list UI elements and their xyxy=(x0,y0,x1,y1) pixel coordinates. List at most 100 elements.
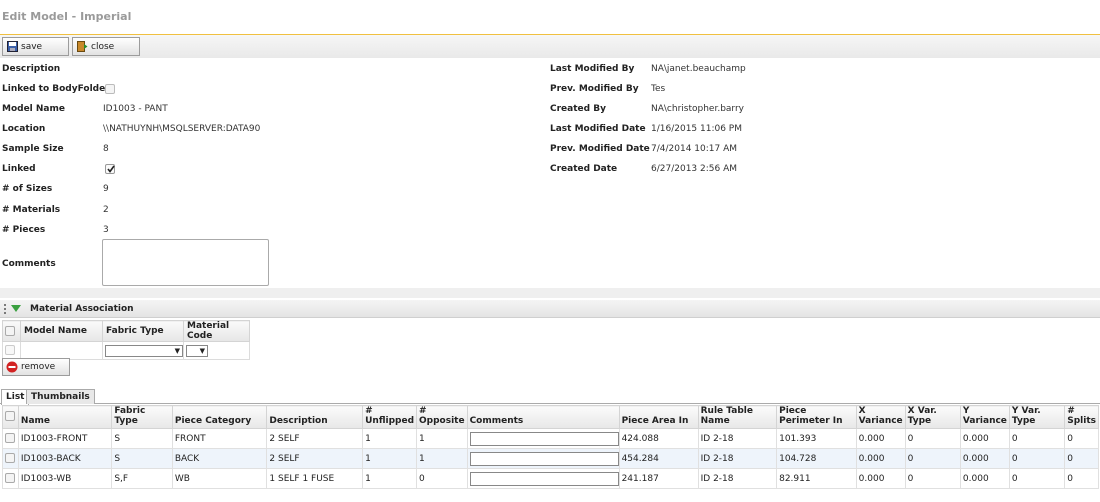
table-row[interactable]: ID1003-WB S,F WB 1 SELF 1 FUSE 1 0 241.1… xyxy=(2,468,1099,489)
column-header-y-var-type[interactable]: Y Var. Type xyxy=(1008,405,1066,429)
prev-modified-date-label: Prev. Modified Date xyxy=(550,144,650,154)
column-header-unflipped[interactable]: # Unflipped xyxy=(362,405,418,429)
row-select-cell xyxy=(2,448,19,469)
cell-piece-category: BACK xyxy=(171,448,268,469)
column-header-x-var-type[interactable]: X Var. Type xyxy=(904,405,961,429)
fabric-type-dropdown-arrow-icon: ▼ xyxy=(174,346,180,355)
created-date-value: 6/27/2013 2:56 AM xyxy=(651,164,738,174)
cell-y-variance: 0.000 xyxy=(959,448,1010,469)
comments-input[interactable] xyxy=(469,451,619,466)
drag-handle-icon[interactable] xyxy=(3,303,7,315)
floppy-disk-icon xyxy=(7,41,18,52)
view-tabs: List Thumbnails xyxy=(0,389,1100,405)
cell-description: 2 SELF xyxy=(266,428,364,449)
num-materials-value: 2 xyxy=(103,205,109,215)
created-by-value: NA\christopher.barry xyxy=(651,104,744,114)
column-header-opposite[interactable]: # Opposite xyxy=(416,405,468,429)
material-row-select-cell xyxy=(2,341,21,360)
model-form: Description Linked to BodyFolder Model N… xyxy=(0,58,1100,288)
last-modified-by-value: NA\janet.beauchamp xyxy=(651,64,746,74)
linked-to-bodyfolder-checkbox[interactable] xyxy=(105,84,115,94)
linked-checkbox[interactable] xyxy=(105,164,115,174)
column-header-y-variance[interactable]: Y Variance xyxy=(959,405,1010,429)
prev-modified-by-value: Tes xyxy=(651,84,666,94)
table-row[interactable]: ID1003-BACK S BACK 2 SELF 1 1 454.284 ID… xyxy=(2,448,1099,469)
material-select-all-checkbox[interactable] xyxy=(5,325,15,336)
column-header-fabric-type[interactable]: Fabric Type xyxy=(102,320,184,342)
row-checkbox[interactable] xyxy=(5,433,15,444)
column-header-rule-table-name[interactable]: Rule Table Name xyxy=(697,405,778,429)
cell-name: ID1003-FRONT xyxy=(17,428,113,449)
remove-icon xyxy=(6,361,18,373)
cell-fabric-type: S xyxy=(111,448,173,469)
cell-opposite: 1 xyxy=(416,428,468,449)
column-header-comments[interactable]: Comments xyxy=(466,405,620,429)
cell-opposite: 0 xyxy=(416,468,468,489)
pieces-header-row: Name Fabric Type Piece Category Descript… xyxy=(2,405,1099,429)
cell-y-var-type: 0 xyxy=(1008,428,1066,449)
close-button-label: close xyxy=(91,41,115,52)
section-divider xyxy=(0,288,1100,298)
num-sizes-label: # of Sizes xyxy=(2,184,53,194)
material-row-checkbox[interactable] xyxy=(5,345,15,356)
cell-splits: 0 xyxy=(1064,448,1099,469)
column-header-piece-category[interactable]: Piece Category xyxy=(171,405,268,429)
cell-piece-category: FRONT xyxy=(171,428,268,449)
last-modified-date-label: Last Modified Date xyxy=(550,124,646,134)
close-button[interactable]: close xyxy=(72,37,140,56)
fabric-type-select[interactable]: ▼ xyxy=(105,344,183,357)
cell-piece-area: 454.284 xyxy=(618,448,699,469)
material-association-table: Model Name Fabric Type Material Code ▼ ▼ xyxy=(2,320,250,360)
created-date-label: Created Date xyxy=(550,164,618,174)
cell-comments xyxy=(466,448,620,469)
cell-splits: 0 xyxy=(1064,428,1099,449)
column-header-name[interactable]: Name xyxy=(17,405,113,429)
row-select-cell xyxy=(2,468,19,489)
sample-size-label: Sample Size xyxy=(2,144,64,154)
cell-name: ID1003-WB xyxy=(17,468,113,489)
column-header-piece-area[interactable]: Piece Area In xyxy=(618,405,699,429)
cell-unflipped: 1 xyxy=(362,448,418,469)
material-fabric-type-cell: ▼ xyxy=(102,341,184,360)
table-row[interactable]: ID1003-FRONT S FRONT 2 SELF 1 1 424.088 … xyxy=(2,428,1099,449)
description-label: Description xyxy=(2,64,61,74)
column-header-model-name[interactable]: Model Name xyxy=(20,320,103,342)
material-code-cell: ▼ xyxy=(183,341,250,360)
column-header-fabric-type[interactable]: Fabric Type xyxy=(111,405,173,429)
linked-to-bodyfolder-label: Linked to BodyFolder xyxy=(2,84,110,94)
cell-y-variance: 0.000 xyxy=(959,428,1010,449)
pieces-select-all-checkbox[interactable] xyxy=(5,410,15,421)
column-header-description[interactable]: Description xyxy=(266,405,364,429)
column-header-x-variance[interactable]: X Variance xyxy=(855,405,906,429)
column-header-material-code[interactable]: Material Code xyxy=(183,320,250,342)
cell-piece-perimeter: 101.393 xyxy=(776,428,857,449)
checkmark-icon xyxy=(107,165,115,173)
tab-thumbnails[interactable]: Thumbnails xyxy=(26,389,95,404)
material-association-header[interactable]: Material Association xyxy=(0,300,1100,318)
cell-x-var-type: 0 xyxy=(904,428,961,449)
remove-button[interactable]: remove xyxy=(2,358,70,376)
cell-x-variance: 0.000 xyxy=(855,448,906,469)
column-header-splits[interactable]: # Splits xyxy=(1064,405,1099,429)
row-checkbox[interactable] xyxy=(5,473,15,484)
linked-label: Linked xyxy=(2,164,36,174)
cell-rule-table-name: ID 2-18 xyxy=(697,448,778,469)
material-model-name-cell xyxy=(20,341,103,360)
row-checkbox[interactable] xyxy=(5,453,15,464)
remove-button-label: remove xyxy=(21,362,56,372)
save-button[interactable]: save xyxy=(2,37,69,56)
num-materials-label: # Materials xyxy=(2,205,61,215)
material-association-title: Material Association xyxy=(30,304,134,314)
cell-unflipped: 1 xyxy=(362,428,418,449)
material-select-all-header xyxy=(2,320,21,342)
comments-input[interactable] xyxy=(469,471,619,486)
save-button-label: save xyxy=(21,41,43,52)
material-code-select[interactable]: ▼ xyxy=(186,344,208,357)
comments-input[interactable] xyxy=(469,431,619,446)
last-modified-by-label: Last Modified By xyxy=(550,64,635,74)
collapse-arrow-icon[interactable] xyxy=(11,305,21,313)
comments-textarea[interactable] xyxy=(102,239,269,286)
cell-y-variance: 0.000 xyxy=(959,468,1010,489)
prev-modified-date-value: 7/4/2014 10:17 AM xyxy=(651,144,738,154)
column-header-piece-perimeter[interactable]: Piece Perimeter In xyxy=(776,405,857,429)
